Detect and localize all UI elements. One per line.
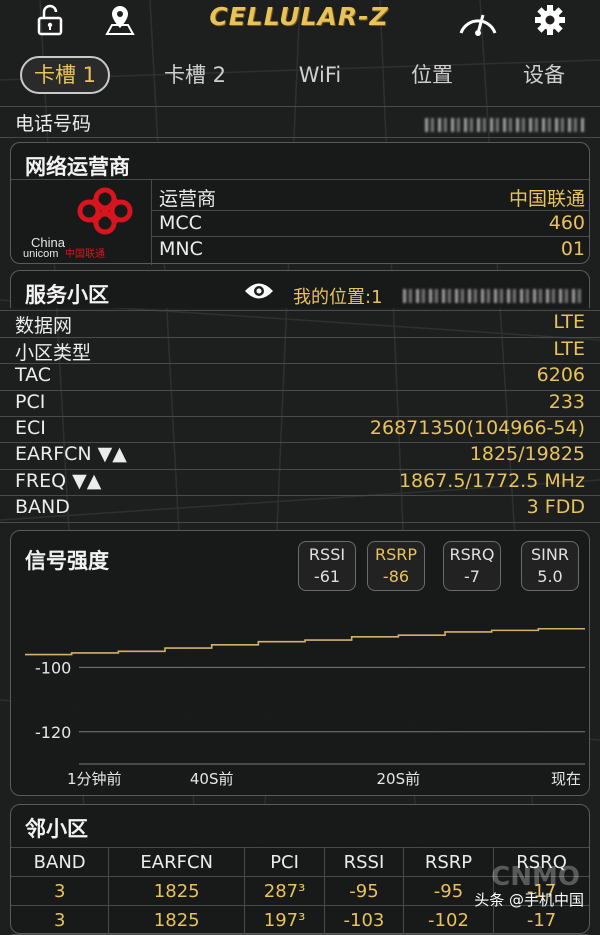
cell-row-eci: ECI 26871350(104966-54): [0, 416, 600, 443]
cell-rssi: -103: [324, 905, 404, 935]
location-pin-icon[interactable]: [102, 2, 138, 38]
cell-rssi: -95: [324, 876, 404, 906]
app-title: CELLULAR-Z: [209, 2, 389, 31]
speedometer-icon[interactable]: [456, 2, 500, 38]
band-label: BAND: [15, 496, 70, 518]
cell-earfcn: 1825: [108, 876, 246, 906]
data-network-value: LTE: [553, 311, 585, 333]
mcc-row: MCC 460: [151, 210, 589, 237]
metric-rsrq-name: RSRQ: [449, 545, 495, 564]
col-pci: PCI: [244, 847, 326, 877]
operator-row: 运营商 中国联通: [151, 184, 589, 210]
metric-rssi-name: RSSI: [308, 545, 346, 564]
my-location-value-redacted: [403, 285, 581, 304]
x-tick-label: 1分钟前: [67, 770, 122, 788]
band-value: 3 FDD: [526, 496, 585, 518]
cell-pci: 287³: [244, 876, 326, 906]
tab-wifi[interactable]: WiFi: [280, 56, 360, 94]
metric-rsrp-button[interactable]: RSRP -86: [367, 541, 425, 591]
serving-cell-title: 服务小区: [25, 283, 109, 307]
cell-pci: 197³: [244, 905, 326, 935]
metric-rssi-button[interactable]: RSSI -61: [298, 541, 356, 591]
cell-row-data-network: 数据网 LTE: [0, 310, 600, 337]
freq-value: 1867.5/1772.5 MHz: [398, 470, 585, 492]
metric-rsrq-value: -7: [464, 567, 480, 586]
pci-label: PCI: [15, 391, 46, 413]
top-bar: CELLULAR-Z: [0, 0, 600, 44]
tab-bar: 卡槽 1 卡槽 2 WiFi 位置 设备: [0, 52, 600, 100]
operator-card: 网络运营商 China unicom 中国联通 运营商 中国联通 MCC 460…: [10, 142, 590, 265]
metric-rsrq-button[interactable]: RSRQ -7: [443, 541, 501, 591]
mcc-label: MCC: [159, 212, 202, 234]
operator-logo: China unicom 中国联通: [17, 185, 147, 260]
phone-number-row: 电话号码: [0, 106, 600, 138]
metric-rssi-value: -61: [313, 567, 341, 586]
phone-number-value-redacted: [425, 113, 585, 135]
operator-name-label: 运营商: [159, 188, 217, 210]
phone-number-label: 电话号码: [15, 113, 92, 135]
pci-value: 233: [548, 391, 585, 413]
cnmo-watermark: CNMO: [491, 862, 580, 892]
eci-label: ECI: [15, 417, 46, 439]
data-network-label: 数据网: [15, 315, 73, 337]
cell-row-tac: TAC 6206: [0, 363, 600, 390]
tab-slot-2[interactable]: 卡槽 2: [150, 56, 240, 94]
col-rsrp: RSRP: [403, 847, 495, 877]
serving-cell-card: 服务小区 我的位置:1: [10, 270, 590, 308]
y-tick-label: -120: [35, 723, 71, 742]
freq-label[interactable]: FREQ ▼▲: [15, 470, 101, 492]
rsrp-series-line: [25, 627, 585, 656]
svg-text:unicom: unicom: [23, 248, 58, 259]
cell-row-band: BAND 3 FDD: [0, 495, 600, 523]
x-tick-label: 20S前: [377, 770, 421, 788]
metric-sinr-value: 5.0: [537, 567, 563, 586]
y-tick-label: -100: [35, 658, 71, 677]
unicom-knot-icon: China unicom 中国联通: [23, 187, 133, 260]
metric-rsrp-name: RSRP: [374, 545, 418, 564]
svg-text:中国联通: 中国联通: [65, 247, 105, 259]
cell-band: 3: [11, 905, 110, 935]
mnc-value: 01: [560, 238, 585, 260]
cell-band: 3: [11, 876, 110, 906]
cell-row-earfcn[interactable]: EARFCN ▼▲ 1825/19825: [0, 442, 600, 469]
gear-icon[interactable]: [532, 2, 568, 38]
neighbor-cell-title: 邻小区: [25, 817, 88, 841]
cell-row-cell-type: 小区类型 LTE: [0, 337, 600, 364]
mnc-label: MNC: [159, 238, 203, 260]
operator-name-value: 中国联通: [508, 188, 585, 210]
metric-sinr-name: SINR: [531, 545, 569, 564]
cell-type-value: LTE: [553, 338, 585, 360]
metric-sinr-button[interactable]: SINR 5.0: [521, 541, 579, 591]
tac-value: 6206: [536, 364, 585, 386]
signal-strength-card: 信号强度 RSSI -61 RSRP -86 RSRQ -7 SINR 5.0 …: [10, 530, 590, 796]
eci-value: 26871350(104966-54): [369, 417, 585, 439]
eye-icon[interactable]: [243, 280, 275, 302]
tab-device[interactable]: 设备: [504, 56, 584, 94]
x-tick-label: 40S前: [190, 770, 234, 788]
col-rssi: RSSI: [324, 847, 404, 877]
tab-location[interactable]: 位置: [392, 56, 472, 94]
tab-slot-1[interactable]: 卡槽 1: [20, 56, 110, 94]
source-watermark: 头条 @手机中国: [474, 891, 584, 909]
x-tick-label: 现在: [551, 770, 581, 788]
signal-chart: -100 -120 1分钟前 40S前 20S前 现在: [25, 627, 585, 788]
cell-row-pci: PCI 233: [0, 390, 600, 417]
metric-rsrp-value: -86: [382, 567, 410, 586]
mnc-row: MNC 01: [151, 236, 589, 263]
cell-type-label: 小区类型: [15, 342, 92, 364]
col-band: BAND: [11, 847, 110, 877]
cell-row-freq[interactable]: FREQ ▼▲ 1867.5/1772.5 MHz: [0, 469, 600, 496]
earfcn-value: 1825/19825: [469, 443, 585, 465]
unlock-icon[interactable]: [32, 2, 68, 38]
operator-card-title: 网络运营商: [25, 155, 130, 179]
mcc-value: 460: [548, 212, 585, 234]
my-location-label[interactable]: 我的位置:1: [293, 283, 383, 309]
col-earfcn: EARFCN: [108, 847, 246, 877]
earfcn-label[interactable]: EARFCN ▼▲: [15, 443, 127, 465]
cell-earfcn: 1825: [108, 905, 246, 935]
tac-label: TAC: [15, 364, 52, 386]
signal-strength-title: 信号强度: [25, 549, 109, 573]
